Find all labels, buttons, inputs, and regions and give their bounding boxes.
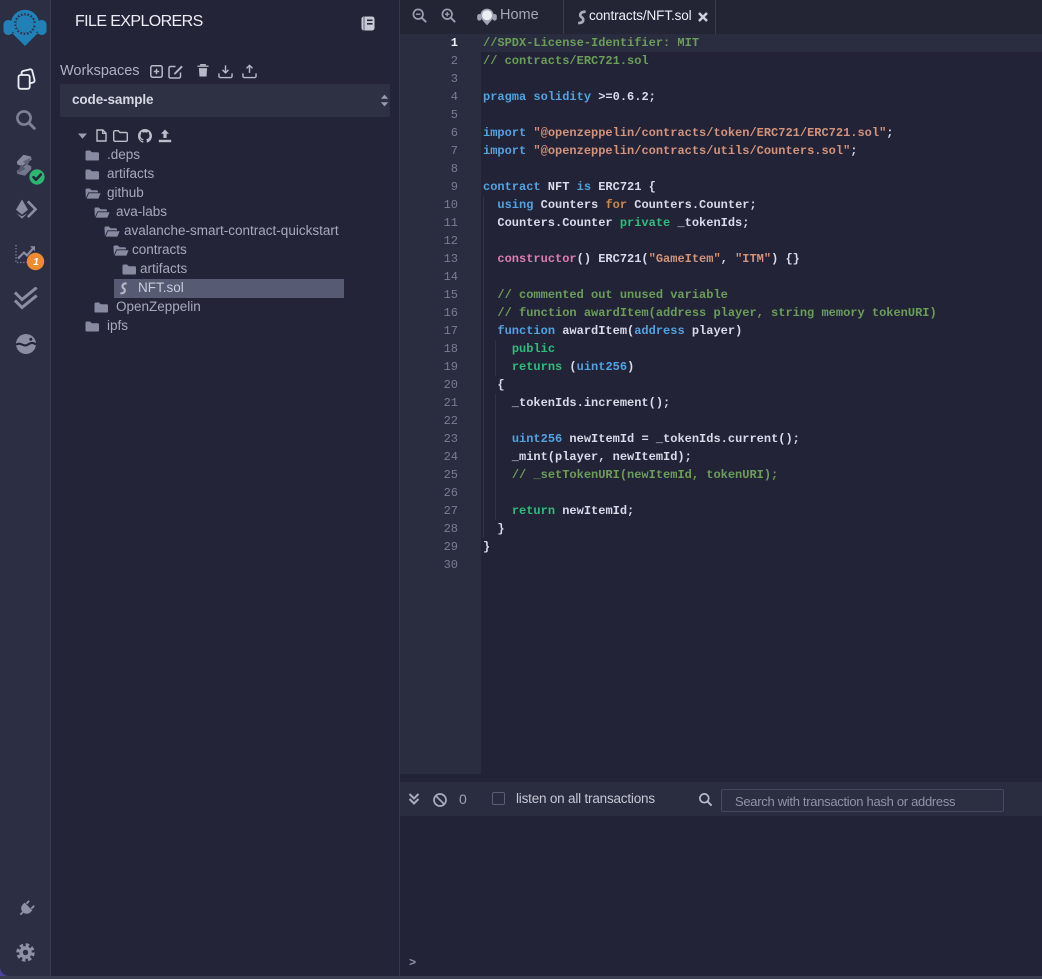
svg-text:1: 1 — [33, 256, 39, 268]
